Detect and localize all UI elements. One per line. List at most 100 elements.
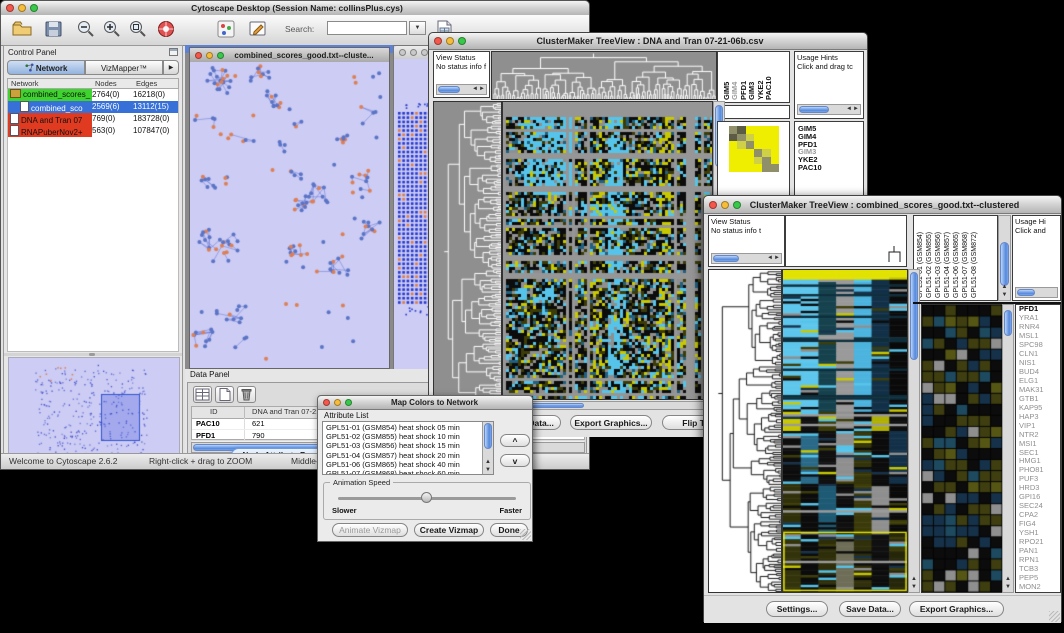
- float-panel-icon[interactable]: [169, 48, 178, 56]
- matrix-cell[interactable]: [729, 141, 737, 149]
- matrix-cell[interactable]: [737, 141, 745, 149]
- network-row[interactable]: combined_scores_2764(0)16218(0): [8, 89, 178, 101]
- save-icon[interactable]: [43, 18, 67, 42]
- matrix-cell[interactable]: [771, 157, 779, 165]
- column-label[interactable]: GPL51-08 (GSM872): [971, 232, 978, 298]
- search-input[interactable]: [327, 21, 407, 35]
- gene-label[interactable]: CPA2: [1016, 511, 1060, 520]
- gene-label[interactable]: PFD1: [1016, 305, 1060, 314]
- gene-label[interactable]: HAP3: [1016, 413, 1060, 422]
- gene-label[interactable]: MAK31: [1016, 386, 1060, 395]
- close-icon[interactable]: [709, 201, 717, 209]
- matrix-cell[interactable]: [754, 149, 762, 157]
- zoom-in-icon[interactable]: [101, 18, 125, 42]
- close-icon[interactable]: [399, 49, 406, 56]
- matrix-cell[interactable]: [762, 149, 770, 157]
- tv2-column-dendrogram-panel[interactable]: [785, 215, 907, 267]
- matrix-cell[interactable]: [771, 126, 779, 134]
- gene-label[interactable]: RPN1: [1016, 556, 1060, 565]
- zoom-window-icon[interactable]: [421, 49, 428, 56]
- gene-label[interactable]: YRA1: [1016, 314, 1060, 323]
- zoom-window-icon[interactable]: [217, 52, 224, 59]
- matrix-cell[interactable]: [729, 164, 737, 172]
- tv2-hints-hscrollbar[interactable]: [1015, 287, 1058, 298]
- resize-grip[interactable]: [520, 529, 531, 540]
- gene-label[interactable]: PUF3: [1016, 475, 1060, 484]
- matrix-cell[interactable]: [746, 141, 754, 149]
- matrix-cell[interactable]: [729, 126, 737, 134]
- column-label[interactable]: GIM3: [747, 82, 756, 100]
- window-controls[interactable]: [1, 4, 43, 12]
- column-label[interactable]: GPL51-06 (GSM865): [953, 232, 960, 298]
- matrix-cell[interactable]: [737, 164, 745, 172]
- col-network[interactable]: Network: [11, 79, 39, 88]
- move-down-button[interactable]: v: [500, 454, 530, 467]
- gene-label[interactable]: PHO81: [1016, 466, 1060, 475]
- new-attribute-icon[interactable]: [215, 386, 234, 403]
- attribute-list-item[interactable]: GPL51-03 (GSM856) heat shock 15 min: [323, 441, 482, 450]
- minimize-icon[interactable]: [206, 52, 213, 59]
- matrix-cell[interactable]: [771, 134, 779, 142]
- close-icon[interactable]: [195, 52, 202, 59]
- network-view-canvas[interactable]: [190, 62, 389, 368]
- matrix-cell[interactable]: [754, 134, 762, 142]
- gene-label[interactable]: MON2: [1016, 583, 1060, 592]
- gene-label[interactable]: GTB1: [1016, 395, 1060, 404]
- matrix-cell[interactable]: [729, 149, 737, 157]
- delete-attribute-icon[interactable]: [237, 386, 256, 403]
- gene-label[interactable]: SEC24: [1016, 502, 1060, 511]
- data-col-id[interactable]: ID: [210, 407, 218, 416]
- matrix-cell[interactable]: [746, 134, 754, 142]
- minimize-icon[interactable]: [721, 201, 729, 209]
- network-overview-thumbnail[interactable]: [8, 357, 180, 458]
- column-label[interactable]: GPL51-03 (GSM856): [935, 232, 942, 298]
- gene-label[interactable]: FIG4: [1016, 520, 1060, 529]
- export-graphics-button[interactable]: Export Graphics...: [570, 415, 652, 430]
- network-row[interactable]: combined_sco2569(6)13112(15): [8, 101, 178, 113]
- gene-label[interactable]: RPO21: [1016, 538, 1060, 547]
- tv2-zoom-vscrollbar[interactable]: ▲ ▼: [1002, 304, 1014, 593]
- help-lifering-icon[interactable]: [155, 18, 179, 42]
- matrix-cell[interactable]: [737, 149, 745, 157]
- tv2-heatmap[interactable]: [782, 269, 908, 593]
- zoom-window-icon[interactable]: [458, 37, 466, 45]
- matrix-cell[interactable]: [746, 149, 754, 157]
- matrix-cell[interactable]: [762, 134, 770, 142]
- panel-splitter[interactable]: [4, 353, 182, 356]
- open-folder-icon[interactable]: [11, 18, 35, 42]
- matrix-cell[interactable]: [771, 164, 779, 172]
- attribute-listbox[interactable]: GPL51-01 (GSM854) heat shock 05 minGPL51…: [322, 421, 494, 475]
- attribute-list-item[interactable]: GPL51-01 (GSM854) heat shock 05 min: [323, 423, 482, 432]
- gene-label[interactable]: VIP1: [1016, 422, 1060, 431]
- attribute-list-item[interactable]: GPL51-07 (GSM868) heat shock 60 min: [323, 469, 482, 475]
- gene-label[interactable]: PEP5: [1016, 574, 1060, 583]
- attribute-list-item[interactable]: GPL51-04 (GSM857) heat shock 20 min: [323, 451, 482, 460]
- matrix-cell[interactable]: [737, 157, 745, 165]
- matrix-cell[interactable]: [746, 126, 754, 134]
- gene-label[interactable]: CLN1: [1016, 350, 1060, 359]
- gene-label[interactable]: KAP95: [1016, 404, 1060, 413]
- tv1-row-dendrogram[interactable]: [433, 101, 502, 400]
- zoom-out-icon[interactable]: [75, 18, 99, 42]
- matrix-cell[interactable]: [737, 126, 745, 134]
- tab-overflow-icon[interactable]: ▶: [163, 60, 179, 75]
- select-attributes-icon[interactable]: [193, 386, 212, 403]
- column-label[interactable]: GPL51-04 (GSM857): [944, 232, 951, 298]
- zoom-window-icon[interactable]: [345, 399, 352, 406]
- minimize-icon[interactable]: [446, 37, 454, 45]
- resize-grip[interactable]: [1049, 611, 1060, 622]
- matrix-cell[interactable]: [754, 141, 762, 149]
- col-edges[interactable]: Edges: [136, 79, 157, 88]
- row-label[interactable]: PAC10: [795, 164, 863, 172]
- gene-label[interactable]: GPI16: [1016, 493, 1060, 502]
- tv2-status-hscrollbar[interactable]: ◄ ►: [711, 253, 782, 264]
- close-icon[interactable]: [6, 4, 14, 12]
- attribute-list-item[interactable]: GPL51-02 (GSM855) heat shock 10 min: [323, 432, 482, 441]
- column-label[interactable]: PAC10: [764, 76, 773, 100]
- minimize-icon[interactable]: [334, 399, 341, 406]
- tv2-zoom-heatmap[interactable]: [921, 304, 1003, 593]
- attribute-list-item[interactable]: GPL51-06 (GSM865) heat shock 40 min: [323, 460, 482, 469]
- tv2-heatmap-vscrollbar[interactable]: ▲ ▼: [908, 269, 920, 593]
- matrix-cell[interactable]: [754, 157, 762, 165]
- gene-label[interactable]: NTR2: [1016, 431, 1060, 440]
